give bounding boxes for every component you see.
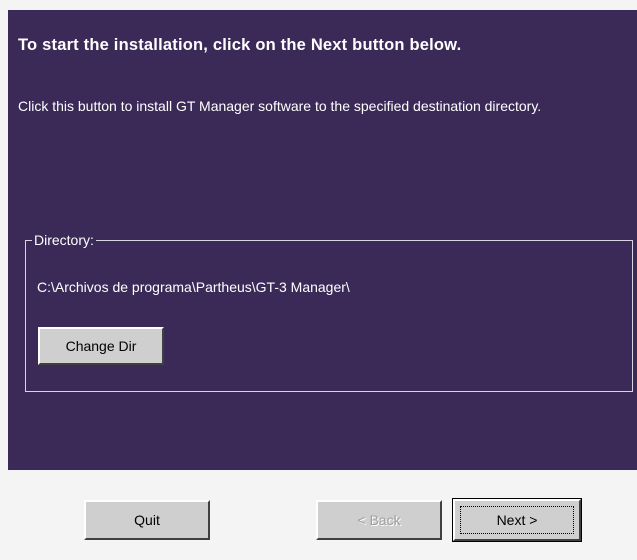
directory-path: C:\Archivos de programa\Partheus\GT-3 Ma… <box>37 279 350 295</box>
back-button: < Back <box>316 500 442 540</box>
installer-window: To start the installation, click on the … <box>0 0 637 560</box>
directory-group-label: Directory: <box>32 232 96 248</box>
installer-main-panel: To start the installation, click on the … <box>8 10 637 470</box>
directory-group: Directory: C:\Archivos de programa\Parth… <box>25 232 633 392</box>
install-description: Click this button to install GT Manager … <box>18 98 542 114</box>
quit-button[interactable]: Quit <box>84 500 210 540</box>
next-button-face: Next > <box>453 499 581 541</box>
next-button-label: Next > <box>460 506 574 534</box>
page-title: To start the installation, click on the … <box>18 36 462 54</box>
next-button[interactable]: Next > <box>452 498 582 542</box>
change-dir-button[interactable]: Change Dir <box>38 327 164 365</box>
